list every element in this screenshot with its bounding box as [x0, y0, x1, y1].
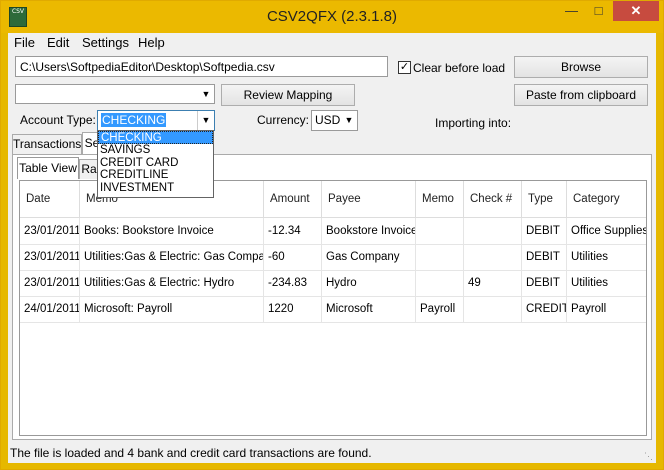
client-area: File Edit Settings Help C:\Users\Softped…: [8, 33, 656, 463]
tab-table-view[interactable]: Table View: [17, 157, 79, 179]
menu-edit[interactable]: Edit: [47, 35, 69, 50]
column-header[interactable]: Memo: [416, 181, 464, 217]
table-cell[interactable]: 23/01/2011: [20, 244, 80, 270]
account-type-label: Account Type:: [20, 113, 96, 127]
chevron-down-icon[interactable]: ▼: [198, 85, 214, 103]
column-header[interactable]: Category: [567, 181, 646, 217]
dropdown-option-credit-card[interactable]: CREDIT CARD: [98, 157, 213, 170]
table-cell[interactable]: Bookstore Invoice: [322, 218, 416, 244]
currency-value: USD: [315, 113, 341, 127]
column-header[interactable]: Type: [522, 181, 567, 217]
status-text: The file is loaded and 4 bank and credit…: [10, 446, 372, 460]
app-window: CSV CSV2QFX (2.3.1.8) — □ ✕ File Edit Se…: [0, 0, 664, 470]
column-header[interactable]: Amount: [264, 181, 322, 217]
tab-raw[interactable]: Ra: [79, 159, 99, 179]
title-bar[interactable]: CSV CSV2QFX (2.3.1.8) — □ ✕: [1, 1, 663, 33]
mapping-select[interactable]: ▼: [15, 84, 215, 104]
dropdown-option-savings[interactable]: SAVINGS: [98, 144, 213, 157]
table-cell[interactable]: Gas Company: [322, 244, 416, 270]
chevron-down-icon[interactable]: ▼: [341, 111, 357, 130]
browse-button[interactable]: Browse: [514, 56, 648, 78]
table-cell[interactable]: Utilities:Gas & Electric: Gas Company: [80, 244, 264, 270]
table-cell[interactable]: Utilities:Gas & Electric: Hydro: [80, 270, 264, 296]
table-cell[interactable]: [416, 244, 464, 270]
table-cell[interactable]: -12.34: [264, 218, 322, 244]
currency-label: Currency:: [257, 113, 310, 127]
menu-settings[interactable]: Settings: [82, 35, 129, 50]
table-cell[interactable]: Books: Bookstore Invoice: [80, 218, 264, 244]
table-cell[interactable]: -234.83: [264, 270, 322, 296]
table-cell[interactable]: Utilities: [567, 270, 646, 296]
transactions-table[interactable]: Date Memo Amount Payee Memo Check # Type…: [19, 180, 647, 436]
table-cell[interactable]: [416, 270, 464, 296]
table-cell[interactable]: 23/01/2011: [20, 270, 80, 296]
table-cell[interactable]: DEBIT: [522, 244, 567, 270]
resize-grip-icon[interactable]: ⋱: [644, 451, 654, 461]
table-row[interactable]: 23/01/2011 Books: Bookstore Invoice -12.34…: [20, 218, 646, 245]
menu-file[interactable]: File: [14, 35, 35, 50]
dropdown-option-checking[interactable]: CHECKING: [98, 131, 213, 144]
dropdown-option-creditline[interactable]: CREDITLINE: [98, 169, 213, 182]
clear-before-load-label: Clear before load: [413, 61, 506, 75]
table-row[interactable]: 24/01/2011 Microsoft: Payroll 1220 Microsof…: [20, 296, 646, 323]
table-row[interactable]: 23/01/2011 Utilities:Gas & Electric: Gas …: [20, 244, 646, 271]
account-type-select[interactable]: CHECKING ▼: [97, 110, 215, 131]
chevron-down-icon[interactable]: ▼: [197, 111, 214, 130]
table-cell[interactable]: 1220: [264, 296, 322, 322]
column-header[interactable]: Check #: [464, 181, 522, 217]
table-cell[interactable]: DEBIT: [522, 218, 567, 244]
maximize-button[interactable]: □: [585, 1, 612, 21]
table-cell[interactable]: 24/01/2011: [20, 296, 80, 322]
table-cell[interactable]: Hydro: [322, 270, 416, 296]
table-cell[interactable]: Microsoft: [322, 296, 416, 322]
table-cell[interactable]: [464, 218, 522, 244]
clear-before-load-checkbox[interactable]: ✓: [398, 61, 411, 74]
table-cell[interactable]: Payroll: [416, 296, 464, 322]
table-cell[interactable]: Microsoft: Payroll: [80, 296, 264, 322]
minimize-button[interactable]: —: [558, 1, 585, 21]
paste-clipboard-button[interactable]: Paste from clipboard: [514, 84, 648, 106]
file-path-input[interactable]: C:\Users\SoftpediaEditor\Desktop\Softped…: [15, 56, 388, 77]
column-header[interactable]: Payee: [322, 181, 416, 217]
close-button[interactable]: ✕: [613, 1, 659, 21]
menu-bar: File Edit Settings Help: [8, 33, 656, 53]
account-type-value: CHECKING: [101, 113, 167, 127]
currency-select[interactable]: USD ▼: [311, 110, 358, 131]
table-cell[interactable]: [416, 218, 464, 244]
menu-help[interactable]: Help: [138, 35, 165, 50]
table-cell[interactable]: Office Supplies: [567, 218, 646, 244]
table-row[interactable]: 23/01/2011 Utilities:Gas & Electric: Hydr…: [20, 270, 646, 297]
table-cell[interactable]: -60: [264, 244, 322, 270]
table-cell[interactable]: DEBIT: [522, 270, 567, 296]
table-cell[interactable]: CREDIT: [522, 296, 567, 322]
table-cell[interactable]: Utilities: [567, 244, 646, 270]
status-bar: The file is loaded and 4 bank and credit…: [8, 442, 656, 463]
table-cell[interactable]: 49: [464, 270, 522, 296]
table-cell[interactable]: 23/01/2011: [20, 218, 80, 244]
account-type-dropdown[interactable]: CHECKING SAVINGS CREDIT CARD CREDITLINE …: [97, 130, 214, 198]
table-cell[interactable]: [464, 244, 522, 270]
column-header[interactable]: Date: [20, 181, 80, 217]
review-mapping-button[interactable]: Review Mapping: [221, 84, 355, 106]
tab-transactions[interactable]: Transactions: [12, 134, 82, 154]
table-cell[interactable]: [464, 296, 522, 322]
importing-into-label: Importing into:: [435, 116, 512, 130]
dropdown-option-investment[interactable]: INVESTMENT: [98, 182, 213, 195]
table-cell[interactable]: Payroll: [567, 296, 646, 322]
